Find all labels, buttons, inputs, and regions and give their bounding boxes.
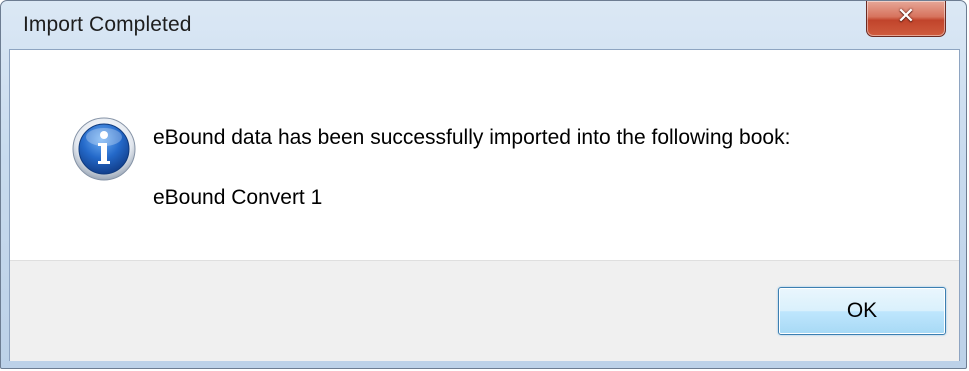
message-text: eBound data has been successfully import… xyxy=(153,126,791,149)
button-bar: OK xyxy=(10,260,959,361)
close-icon: ✕ xyxy=(896,4,916,29)
message-area: eBound data has been successfully import… xyxy=(10,50,959,260)
close-button[interactable]: ✕ xyxy=(866,1,946,37)
info-icon xyxy=(72,117,136,181)
dialog-window: Import Completed ✕ eBound data has been … xyxy=(0,0,967,369)
ok-button[interactable]: OK xyxy=(778,287,946,335)
title-bar[interactable]: Import Completed ✕ xyxy=(1,1,966,49)
ok-button-label: OK xyxy=(846,299,878,322)
book-name: eBound Convert 1 xyxy=(153,186,323,209)
window-title: Import Completed xyxy=(23,13,192,36)
dialog-client-area: eBound data has been successfully import… xyxy=(9,49,960,361)
